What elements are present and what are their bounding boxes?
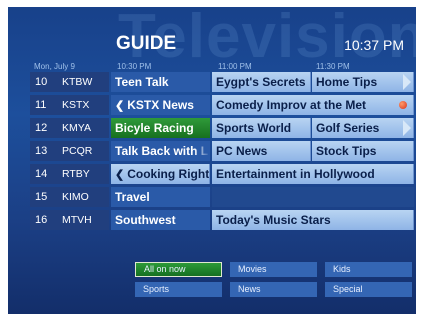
channel-row: 13 PCQR Talk Back with L PC News Stock T… [30, 141, 414, 162]
program-cell[interactable]: Golf Series [312, 118, 414, 138]
channel-number: 16 [35, 214, 48, 226]
program-cell-empty[interactable] [212, 187, 414, 207]
time-header-1030: 10:30 PM [117, 62, 152, 71]
record-dot-icon [399, 101, 407, 109]
program-title: Entertainment in Hollywood [216, 167, 375, 181]
channel-number: 10 [35, 76, 48, 88]
program-grid: 10 KTBW Teen Talk Eygpt's Secrets Home T… [30, 72, 414, 239]
channel-cell[interactable]: 13 PCQR [30, 141, 109, 161]
channel-row: 10 KTBW Teen Talk Eygpt's Secrets Home T… [30, 72, 414, 93]
clock: 10:37 PM [344, 37, 404, 53]
channel-callsign: KIMO [62, 191, 89, 203]
channel-row: 15 KIMO Travel [30, 187, 414, 208]
filter-news[interactable]: News [230, 282, 317, 297]
program-title: Eygpt's Secrets [216, 75, 306, 89]
channel-cell[interactable]: 15 KIMO [30, 187, 109, 207]
program-title: Southwest [115, 213, 176, 227]
program-cell-selected[interactable]: Bicyle Racing [111, 118, 210, 138]
channel-callsign: KMYA [62, 122, 91, 134]
program-cell[interactable]: Talk Back with L [111, 141, 210, 161]
program-title: Travel [115, 190, 150, 204]
filter-special[interactable]: Special [325, 282, 412, 297]
program-title: Today's Music Stars [216, 213, 331, 227]
channel-callsign: MTVH [62, 214, 92, 226]
time-header-1100: 11:00 PM [218, 62, 252, 71]
filter-movies[interactable]: Movies [230, 262, 317, 277]
date-header: Mon, July 9 [34, 62, 75, 71]
program-cell[interactable]: Entertainment in Hollywood [212, 164, 414, 184]
program-cell[interactable]: Teen Talk [111, 72, 210, 92]
channel-number: 12 [35, 122, 48, 134]
channel-row: 12 KMYA Bicyle Racing Sports World Golf … [30, 118, 414, 139]
channel-callsign: PCQR [62, 145, 93, 157]
program-title: Comedy Improv at the Met [216, 98, 367, 112]
program-title: PC News [216, 144, 268, 158]
channel-cell[interactable]: 16 MTVH [30, 210, 109, 230]
triangle-right-icon [403, 74, 411, 90]
channel-cell[interactable]: 14 RTBY [30, 164, 109, 184]
filter-kids[interactable]: Kids [325, 262, 412, 277]
program-cell[interactable]: ❮ Cooking Right [111, 164, 210, 184]
guide-screen: Television GUIDE 10:37 PM Mon, July 9 10… [8, 7, 416, 314]
channel-row: 11 KSTX ❮ KSTX News Comedy Improv at the … [30, 95, 414, 116]
page-title: GUIDE [116, 33, 177, 54]
program-cell[interactable]: Stock Tips [312, 141, 414, 161]
channel-number: 13 [35, 145, 48, 157]
program-title: Teen Talk [115, 75, 169, 89]
program-cell[interactable]: Today's Music Stars [212, 210, 414, 230]
program-title: Golf Series [316, 121, 380, 135]
program-cell[interactable]: Eygpt's Secrets [212, 72, 311, 92]
channel-cell[interactable]: 12 KMYA [30, 118, 109, 138]
program-cell[interactable]: Southwest [111, 210, 210, 230]
program-cell[interactable]: Travel [111, 187, 210, 207]
channel-callsign: KTBW [62, 76, 93, 88]
program-cell[interactable]: Home Tips [312, 72, 414, 92]
program-title: Bicyle Racing [115, 121, 194, 135]
program-cell[interactable]: Comedy Improv at the Met [212, 95, 414, 115]
channel-number: 15 [35, 191, 48, 203]
chevron-left-icon: ❮ [115, 169, 125, 181]
channel-cell[interactable]: 10 KTBW [30, 72, 109, 92]
program-cell[interactable]: ❮ KSTX News [111, 95, 210, 115]
program-title: Stock Tips [316, 144, 377, 158]
channel-cell[interactable]: 11 KSTX [30, 95, 109, 115]
channel-row: 16 MTVH Southwest Today's Music Stars [30, 210, 414, 231]
program-cell[interactable]: PC News [212, 141, 311, 161]
program-title: Cooking Right [127, 167, 210, 181]
program-title: KSTX News [127, 98, 194, 112]
program-title: Home Tips [316, 75, 378, 89]
channel-row: 14 RTBY ❮ Cooking Right Entertainment in … [30, 164, 414, 185]
chevron-left-icon: ❮ [115, 100, 125, 112]
channel-number: 14 [35, 168, 48, 180]
channel-number: 11 [35, 99, 47, 111]
program-cell[interactable]: Sports World [212, 118, 311, 138]
channel-callsign: KSTX [62, 99, 90, 111]
triangle-right-icon [403, 120, 411, 136]
time-header-1130: 11:30 PM [316, 62, 350, 71]
filter-sports[interactable]: Sports [135, 282, 222, 297]
text-fade [194, 141, 210, 161]
channel-callsign: RTBY [62, 168, 90, 180]
filter-all-on-now[interactable]: All on now [135, 262, 222, 277]
program-title: Sports World [216, 121, 292, 135]
